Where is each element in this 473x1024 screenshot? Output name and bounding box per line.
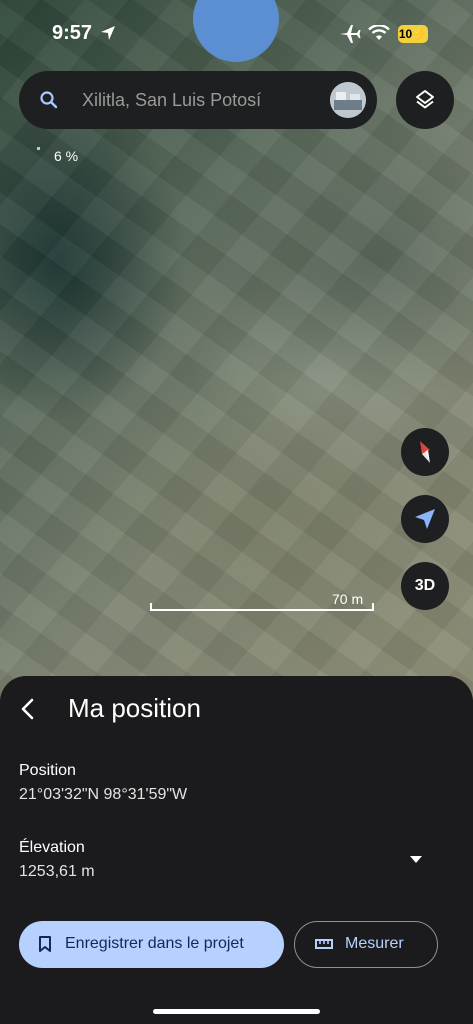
location-bottom-sheet: Ma position Position 21°03'32"N 98°31'59… <box>0 676 473 1024</box>
charging-bolt-icon: ⚡ <box>412 27 428 41</box>
3d-toggle-button[interactable]: 3D <box>401 562 449 610</box>
loading-dot <box>37 147 40 150</box>
battery-level: 10 <box>398 27 413 41</box>
elevation-label: Élevation <box>19 839 85 856</box>
sheet-title: Ma position <box>68 693 201 723</box>
layers-button[interactable] <box>396 71 454 129</box>
location-arrow-icon <box>101 26 115 40</box>
status-bar: 9:57 10⚡ <box>0 0 473 70</box>
airplane-icon <box>340 25 361 43</box>
measure-button-label: Mesurer <box>345 935 404 952</box>
position-label: Position <box>19 762 76 779</box>
scale-bar <box>150 603 374 611</box>
loading-percent: 6 % <box>54 148 79 164</box>
battery-indicator: 10⚡ <box>398 25 428 43</box>
position-value: 21°03'32"N 98°31'59"W <box>19 786 188 803</box>
wifi-icon <box>368 25 390 40</box>
search-icon <box>40 91 58 109</box>
ruler-icon <box>315 939 333 949</box>
avatar-image <box>330 82 366 118</box>
home-indicator[interactable] <box>153 1009 320 1014</box>
triangle-down-icon[interactable] <box>408 854 424 864</box>
measure-button[interactable]: Mesurer <box>294 921 438 968</box>
search-input[interactable]: Xilitla, San Luis Potosí <box>82 90 261 111</box>
compass-button[interactable] <box>401 428 449 476</box>
save-to-project-button[interactable]: Enregistrer dans le projet <box>19 921 284 968</box>
layers-icon <box>416 90 434 109</box>
compass-icon <box>420 441 430 463</box>
my-location-button[interactable] <box>401 495 449 543</box>
status-time: 9:57 <box>52 22 93 44</box>
save-button-label: Enregistrer dans le projet <box>65 935 244 952</box>
navigation-arrow-icon <box>415 509 435 529</box>
search-bar[interactable]: Xilitla, San Luis Potosí <box>19 71 377 129</box>
avatar[interactable] <box>330 82 366 118</box>
back-arrow-icon[interactable] <box>14 695 42 723</box>
bookmark-icon <box>39 936 51 952</box>
elevation-value: 1253,61 m <box>19 863 95 880</box>
